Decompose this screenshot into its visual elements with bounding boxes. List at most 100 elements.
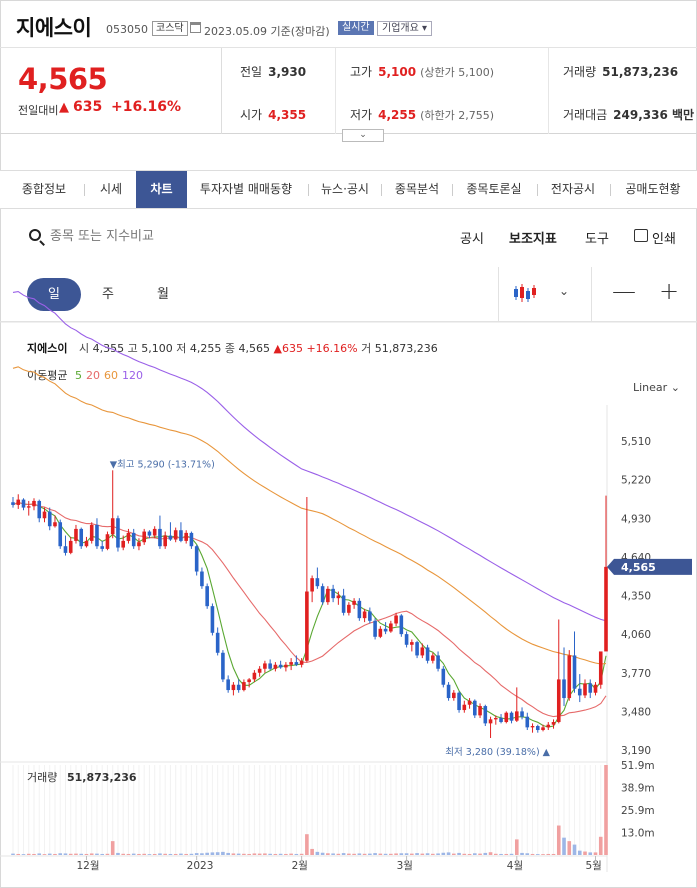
volume-bar <box>53 853 57 855</box>
candle-body <box>604 566 608 652</box>
candle-body <box>74 528 78 541</box>
candle-body <box>525 716 530 728</box>
volume-bar <box>247 853 251 855</box>
volume-bar <box>452 853 456 855</box>
candle-body <box>326 588 330 603</box>
candle-body <box>299 660 304 665</box>
volume-bar <box>226 852 230 855</box>
volume-bar <box>126 853 131 855</box>
candle-body <box>493 718 498 720</box>
candle-body <box>389 623 393 632</box>
volume-bar <box>478 853 482 855</box>
candle-body <box>556 679 561 723</box>
candle-body <box>567 655 572 699</box>
candle-body <box>126 532 131 541</box>
candle-body <box>504 712 509 723</box>
volume-bar <box>541 854 545 855</box>
volume-bar <box>79 853 84 855</box>
volume-bar <box>152 853 157 855</box>
volume-bar <box>583 851 587 855</box>
volume-bar <box>315 851 320 855</box>
volume-bar <box>121 853 126 855</box>
candle-body <box>315 578 320 587</box>
min-price-annotation: 최저 3,280 (39.18%) ▲ <box>445 747 550 758</box>
volume-bar <box>131 853 136 855</box>
volume-bar <box>42 854 47 855</box>
volume-bar <box>420 853 425 855</box>
volume-tick-label: 38.9m <box>621 783 655 795</box>
volume-bar <box>252 853 257 855</box>
volume-bar <box>509 853 514 855</box>
candle-body <box>410 642 414 645</box>
volume-bar <box>488 852 493 855</box>
candle-body <box>273 664 278 669</box>
y-tick-label: 4,930 <box>621 513 651 525</box>
volume-bar <box>431 853 435 855</box>
candle-body <box>598 651 603 685</box>
volume-bar <box>284 853 288 855</box>
volume-bar <box>147 854 152 855</box>
volume-bar <box>467 853 472 855</box>
candle-body <box>184 532 188 541</box>
candle-body <box>147 531 152 536</box>
volume-bar <box>289 853 293 855</box>
candle-body <box>121 540 126 548</box>
candle-body <box>84 540 89 547</box>
y-tick-label: 5,510 <box>621 436 651 448</box>
volume-bar <box>473 853 477 855</box>
volume-bar <box>305 834 309 855</box>
volume-bar <box>200 853 204 855</box>
volume-bar <box>530 853 535 855</box>
volume-bar <box>436 853 440 855</box>
candle-body <box>362 611 367 619</box>
volume-bar <box>137 853 141 855</box>
candle-body <box>378 628 383 637</box>
candle-body <box>551 722 556 725</box>
volume-bar <box>415 853 419 855</box>
candle-body <box>58 522 63 547</box>
volume-bar <box>483 852 488 855</box>
candle-body <box>457 692 461 711</box>
volume-bar <box>357 853 362 855</box>
volume-tick-label: 25.9m <box>621 805 655 817</box>
candle-body <box>577 688 582 696</box>
candle-body <box>21 499 26 508</box>
candle-body <box>373 620 377 637</box>
candle-body <box>520 711 524 717</box>
candle-body <box>341 595 346 613</box>
y-tick-label: 4,350 <box>621 591 651 603</box>
volume-panel-label: 거래량 <box>27 771 57 784</box>
candle-body <box>588 683 593 693</box>
volume-bar <box>352 853 356 855</box>
volume-bar <box>179 853 183 855</box>
price-chart[interactable]: 5,5105,2204,9304,6404,3504,0603,7703,480… <box>0 0 697 888</box>
volume-bar <box>299 853 304 855</box>
candle-body <box>263 663 267 669</box>
volume-bar <box>378 853 383 855</box>
volume-bar <box>105 853 110 855</box>
volume-bar <box>572 844 577 855</box>
candle-body <box>247 679 251 683</box>
volume-bar <box>588 852 593 855</box>
candle-body <box>331 588 335 599</box>
volume-bar <box>556 825 561 855</box>
candle-body <box>79 528 84 547</box>
x-tick-label: 12월 <box>76 860 99 872</box>
y-tick-label: 3,770 <box>621 668 651 680</box>
candle-body <box>116 518 120 548</box>
candle-body <box>142 531 146 543</box>
candle-body <box>105 534 110 549</box>
volume-bar <box>163 853 167 855</box>
volume-bar <box>493 853 498 855</box>
ma-20-line <box>12 501 607 718</box>
candle-body <box>488 719 493 724</box>
candle-body <box>462 704 467 711</box>
candle-body <box>452 692 456 699</box>
volume-bar <box>425 853 430 855</box>
candle-body <box>194 546 199 572</box>
volume-bar <box>347 853 351 855</box>
candle-body <box>509 712 514 721</box>
candle-body <box>152 528 157 536</box>
volume-bar <box>525 853 530 855</box>
candle-body <box>11 502 15 505</box>
